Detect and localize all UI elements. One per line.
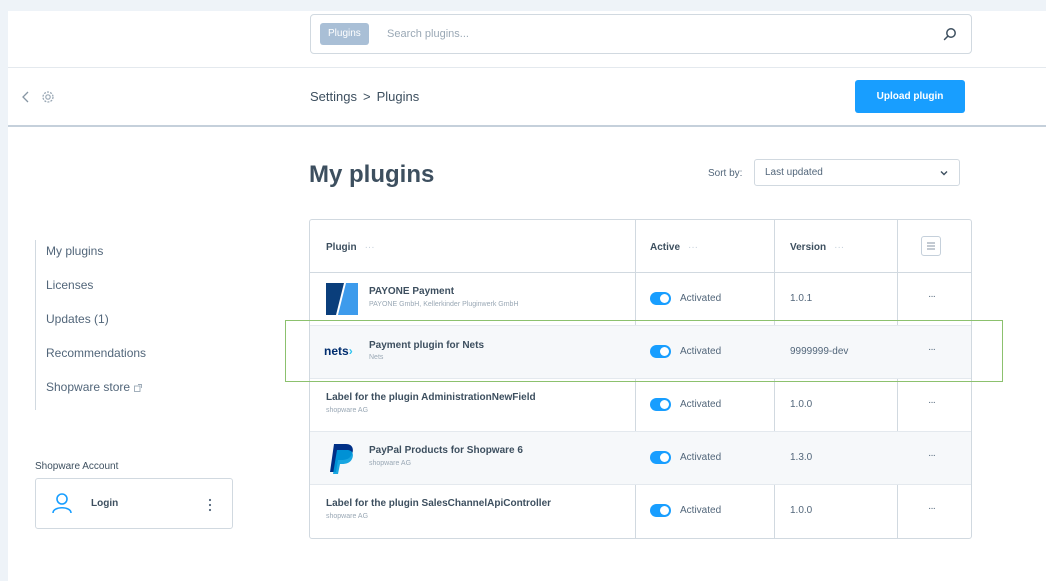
sidebar-item-licenses[interactable]: Licenses	[46, 274, 146, 308]
back-chevron-icon[interactable]	[20, 89, 32, 105]
column-header-plugin[interactable]: Plugin ···	[326, 242, 375, 253]
active-toggle[interactable]	[650, 292, 671, 305]
search-bar[interactable]: Plugins	[310, 14, 972, 54]
external-link-icon	[134, 383, 142, 392]
sidebar-item-shopware-store[interactable]: Shopware store	[46, 376, 146, 410]
table-header: Plugin ··· Active ··· Version ···	[310, 220, 971, 273]
sidebar-item-label: Shopware store	[46, 380, 131, 394]
plugin-name: PayPal Products for Shopware 6	[369, 445, 523, 456]
sort-label: Sort by:	[708, 168, 743, 179]
active-toggle[interactable]	[650, 398, 671, 411]
plugin-version: 1.0.0	[790, 505, 813, 516]
plugin-vendor: PAYONE GmbH, Kellerkinder Pluginwerk Gmb…	[369, 301, 519, 308]
search-type-tag[interactable]: Plugins	[320, 23, 369, 45]
page-title: My plugins	[309, 161, 435, 188]
sort-value: Last updated	[765, 167, 823, 178]
plugin-vendor: shopware AG	[326, 407, 369, 414]
list-icon	[927, 242, 935, 250]
breadcrumb-separator: >	[362, 89, 371, 104]
sidebar-item-my-plugins[interactable]: My plugins	[46, 240, 146, 274]
breadcrumb-settings[interactable]: Settings	[310, 89, 357, 104]
row-context-menu-button[interactable]: ···	[928, 450, 936, 461]
plugin-vendor: shopware AG	[369, 460, 412, 467]
active-toggle[interactable]	[650, 504, 671, 517]
row-context-menu-button[interactable]: ···	[928, 503, 936, 514]
table-row: Label for the plugin SalesChannelApiCont…	[310, 485, 971, 538]
account-card[interactable]: Login	[35, 478, 233, 529]
paypal-logo	[330, 444, 353, 474]
active-toggle[interactable]	[650, 451, 671, 464]
column-settings-button[interactable]	[921, 236, 941, 256]
plugin-vendor: shopware AG	[326, 513, 369, 520]
page-header: Settings > Plugins Upload plugin	[8, 67, 1046, 127]
column-header-version[interactable]: Version ···	[790, 242, 844, 253]
table-row: PAYONE Payment PAYONE GmbH, Kellerkinder…	[310, 273, 971, 326]
table-row: PayPal Products for Shopware 6 shopware …	[310, 432, 971, 485]
chevron-down-icon	[940, 171, 948, 176]
highlight-box	[285, 320, 1003, 382]
active-label: Activated	[680, 452, 722, 463]
payone-logo	[326, 283, 358, 315]
row-context-menu-button[interactable]: ···	[928, 291, 936, 302]
gear-icon	[42, 91, 54, 103]
table-row: Label for the plugin AdministrationNewFi…	[310, 379, 971, 432]
plugin-name: PAYONE Payment	[369, 286, 455, 297]
top-bar: Plugins	[8, 11, 1046, 67]
plugin-name: Label for the plugin SalesChannelApiCont…	[326, 498, 552, 509]
user-icon	[52, 493, 72, 514]
sidebar-nav: My plugins Licenses Updates (1) Recommen…	[35, 240, 146, 410]
breadcrumb-plugins: Plugins	[376, 89, 420, 104]
column-header-active[interactable]: Active ···	[650, 242, 698, 253]
kebab-menu-icon[interactable]	[208, 497, 212, 513]
plugin-version: 1.0.1	[790, 293, 813, 304]
breadcrumb: Settings > Plugins	[310, 89, 419, 104]
sort-select[interactable]: Last updated	[754, 159, 960, 186]
plugin-name: Label for the plugin AdministrationNewFi…	[326, 392, 536, 403]
active-label: Activated	[680, 293, 722, 304]
search-input[interactable]	[387, 23, 907, 45]
sidebar-item-updates[interactable]: Updates (1)	[46, 308, 146, 342]
plugin-version: 1.0.0	[790, 399, 813, 410]
search-icon[interactable]	[943, 27, 957, 41]
upload-plugin-button[interactable]: Upload plugin	[855, 80, 965, 113]
row-context-menu-button[interactable]: ···	[928, 397, 936, 408]
page: Plugins Settings > Plugins Upload plugin M…	[8, 11, 1046, 581]
active-label: Activated	[680, 505, 722, 516]
sidebar-item-recommendations[interactable]: Recommendations	[46, 342, 146, 376]
account-label: Shopware Account	[35, 461, 119, 472]
login-label[interactable]: Login	[91, 498, 118, 509]
plugin-version: 1.3.0	[790, 452, 813, 463]
active-label: Activated	[680, 399, 722, 410]
